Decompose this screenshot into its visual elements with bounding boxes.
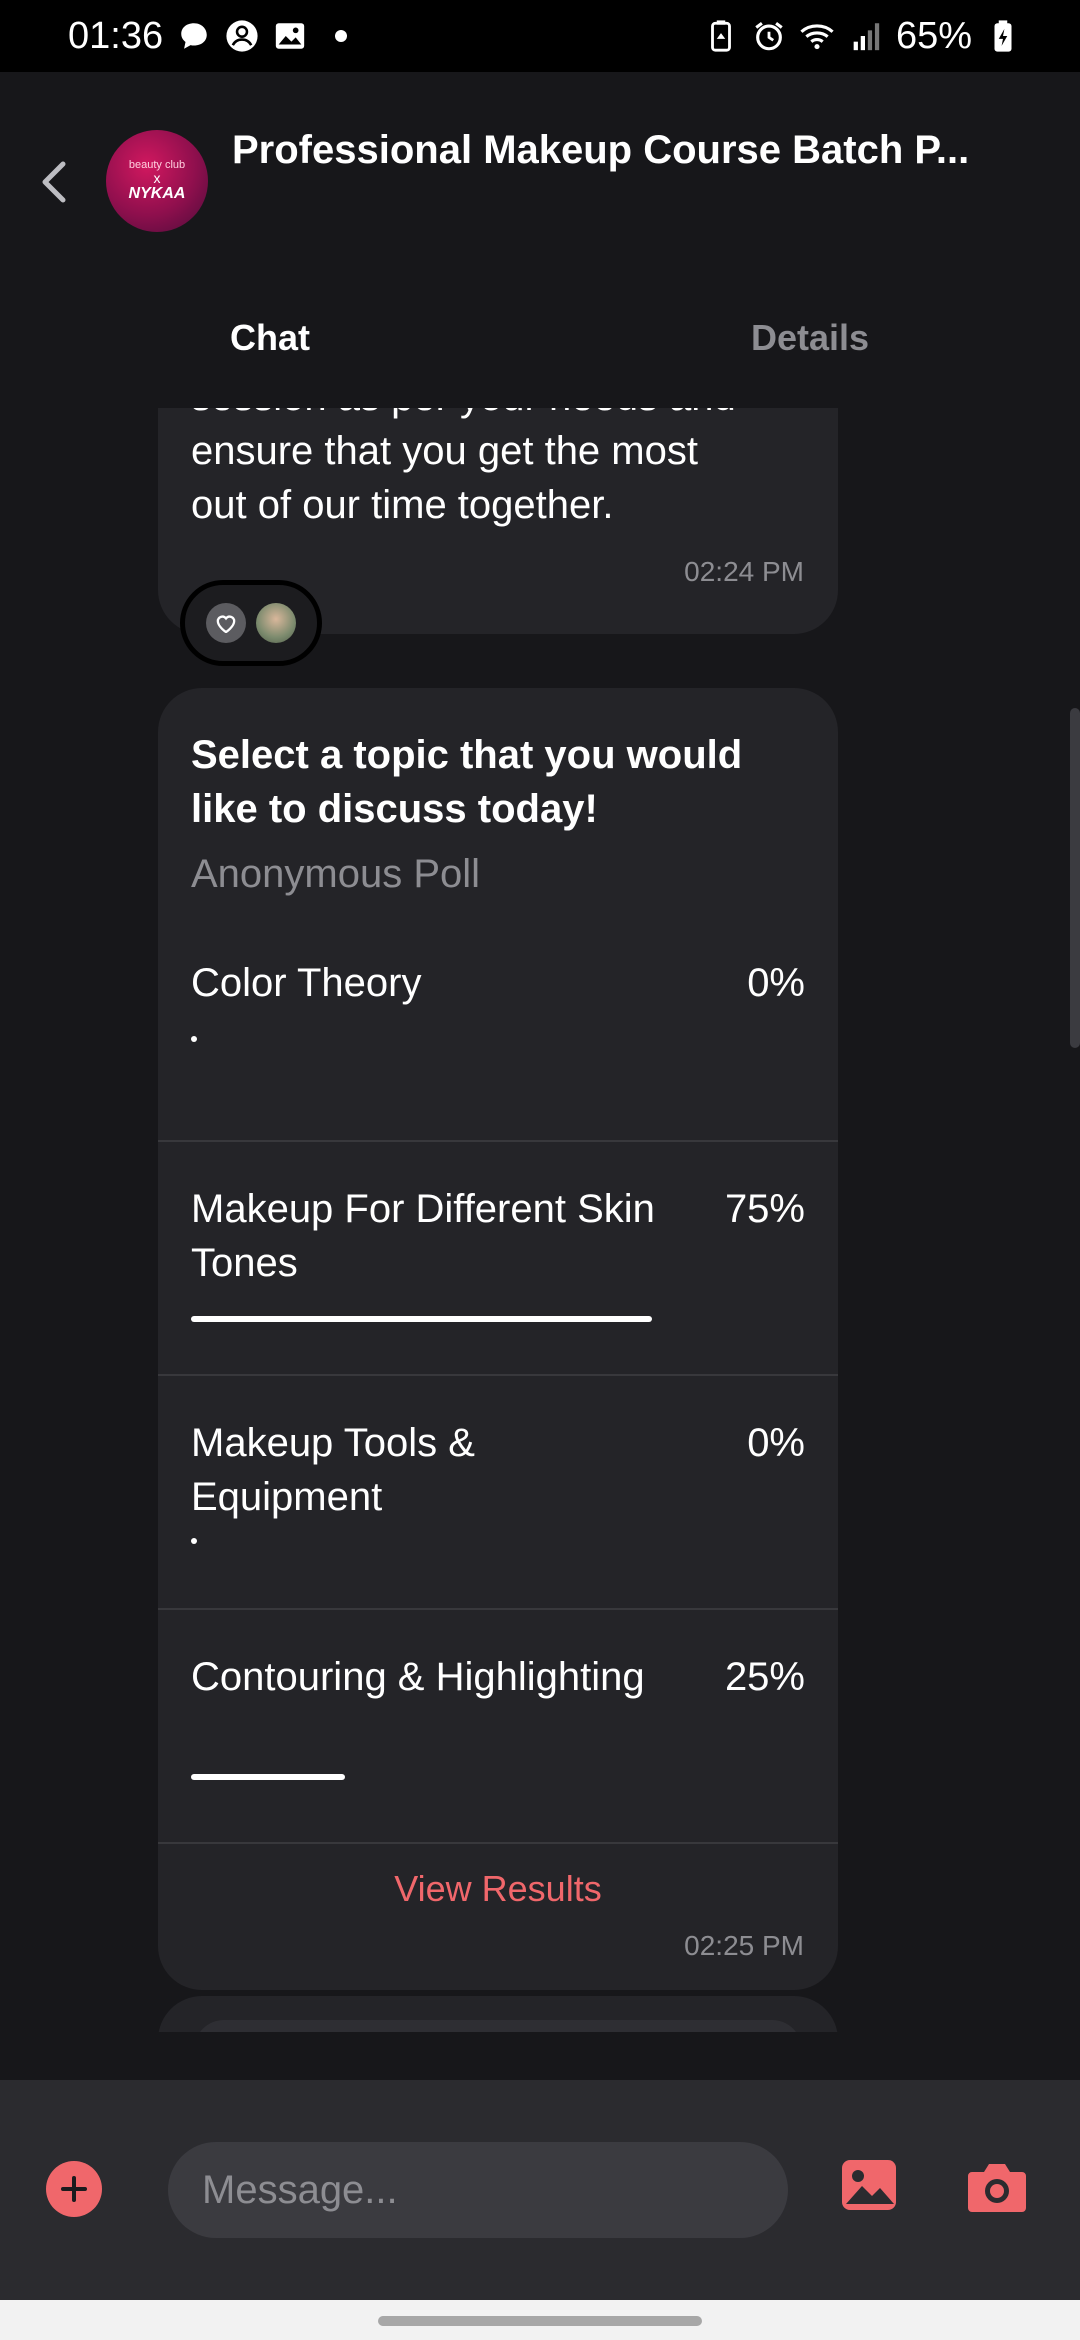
chat-messages[interactable]: session as per your needs and ensure tha…	[0, 408, 1080, 2032]
poll-option[interactable]: Contouring & Highlighting 25%	[158, 1610, 838, 1844]
poll-option[interactable]: Color Theory 0%	[158, 956, 838, 1142]
poll-option[interactable]: Makeup Tools & Equipment 0%	[158, 1376, 838, 1610]
battery-icon	[986, 19, 1020, 53]
poll-option-label: Makeup Tools & Equipment	[191, 1421, 475, 1519]
poll-option-bar	[191, 1538, 805, 1544]
reactor-avatar	[256, 603, 296, 643]
poll-option-label: Contouring & Highlighting	[191, 1655, 645, 1699]
camera-button[interactable]	[966, 2158, 1028, 2216]
poll-option-label: Makeup For Different Skin Tones	[191, 1187, 655, 1285]
poll-option-percent: 0%	[747, 1421, 805, 1465]
back-button[interactable]	[30, 152, 78, 212]
message-line: session as per your needs and	[191, 408, 736, 424]
wifi-icon	[800, 19, 834, 53]
system-nav-bar	[0, 2300, 1080, 2340]
status-bar: 01:36 65%	[0, 0, 1080, 72]
battery-saver-icon	[704, 19, 738, 53]
group-avatar[interactable]: beauty club x NYKAA	[106, 130, 208, 232]
notification-dot	[335, 30, 348, 42]
poll-option-label: Color Theory	[191, 961, 422, 1005]
image-icon	[273, 19, 307, 53]
poll-option[interactable]: Makeup For Different Skin Tones 75%	[158, 1142, 838, 1376]
message-composer	[0, 2080, 1080, 2300]
tab-chat[interactable]: Chat	[0, 268, 540, 408]
message-line: out of our time together.	[191, 483, 614, 527]
message-line: ensure that you get the most	[191, 429, 698, 473]
tab-details[interactable]: Details	[540, 268, 1080, 408]
group-title[interactable]: Professional Makeup Course Batch P...	[232, 128, 1032, 173]
avatar-nykaa-text: NYKAA	[128, 185, 186, 202]
poll-option-bar	[191, 1316, 805, 1322]
avatar-x-text: x	[153, 170, 161, 186]
poll-option-percent: 25%	[724, 1655, 805, 1699]
poll-option-percent: 75%	[724, 1187, 805, 1231]
alarm-icon	[752, 19, 786, 53]
back-arrow-icon	[42, 161, 66, 203]
tab-bar: Chat Details	[0, 268, 1080, 408]
poll-option-bar	[191, 1774, 805, 1780]
reaction-pill[interactable]	[180, 580, 322, 666]
add-attachment-button[interactable]	[46, 2161, 102, 2217]
message-time: 02:24 PM	[684, 556, 804, 587]
heart-icon	[206, 603, 246, 643]
signal-icon	[848, 19, 882, 53]
person-icon	[225, 19, 259, 53]
message-input[interactable]	[168, 2142, 788, 2238]
home-handle[interactable]	[378, 2316, 702, 2326]
poll-option-bar-fill	[191, 1036, 197, 1042]
poll-option-bar-fill	[191, 1316, 652, 1322]
poll-question: Select a topic that you would like to di…	[191, 733, 743, 831]
poll-option-bar-fill	[191, 1774, 345, 1780]
view-results-button[interactable]: View Results	[158, 1844, 838, 1934]
battery-percent: 65%	[895, 14, 972, 57]
status-time: 01:36	[68, 14, 164, 57]
gallery-button[interactable]	[840, 2156, 898, 2214]
poll-card: Select a topic that you would like to di…	[158, 688, 838, 1990]
chat-bubble-icon	[177, 19, 211, 53]
plus-icon	[61, 2176, 87, 2202]
poll-type-label: Anonymous Poll	[191, 852, 481, 896]
message-bubble[interactable]	[158, 1996, 838, 2032]
scrollbar[interactable]	[1070, 708, 1080, 1048]
poll-option-bar	[191, 1036, 805, 1042]
poll-option-percent: 0%	[747, 961, 805, 1005]
message-time: 02:25 PM	[684, 1930, 804, 1961]
camera-icon	[968, 2164, 1026, 2212]
poll-option-bar-fill	[191, 1538, 197, 1544]
gallery-icon	[842, 2160, 896, 2210]
message-attachment	[194, 2020, 802, 2032]
